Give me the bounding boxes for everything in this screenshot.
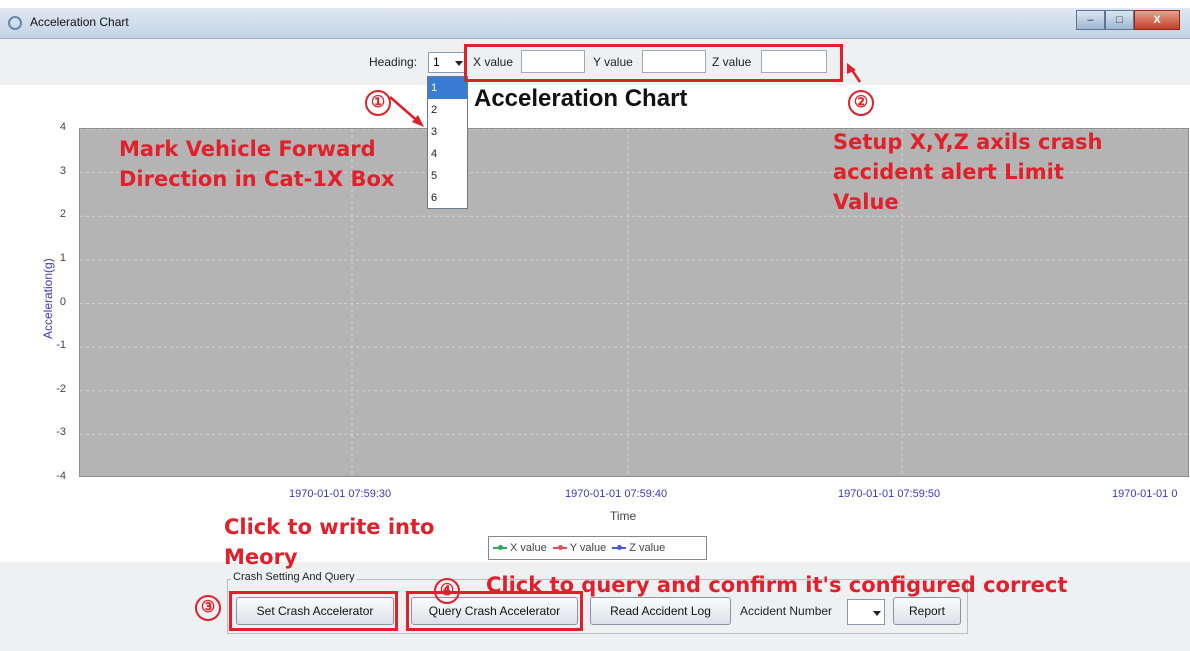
- annotation-arrows: [389, 63, 862, 127]
- annotation-line: Click to write into: [224, 515, 435, 539]
- annotation-line: accident alert Limit: [833, 160, 1064, 184]
- annotation-heading-text: Mark Vehicle Forward Direction in Cat-1X…: [119, 134, 395, 194]
- annotation-line: Value: [833, 190, 899, 214]
- annotation-line: Mark Vehicle Forward: [119, 137, 376, 161]
- annotation-limits-text: Setup X,Y,Z axils crash accident alert L…: [833, 127, 1102, 217]
- annotation-line: Setup X,Y,Z axils crash: [833, 130, 1103, 154]
- annotation-query-text: Click to query and confirm it's configur…: [486, 573, 1068, 597]
- annotation-line: Meory: [224, 545, 298, 569]
- annotation-write-text: Click to write into Meory: [224, 512, 434, 572]
- annotation-line: Direction in Cat-1X Box: [119, 167, 395, 191]
